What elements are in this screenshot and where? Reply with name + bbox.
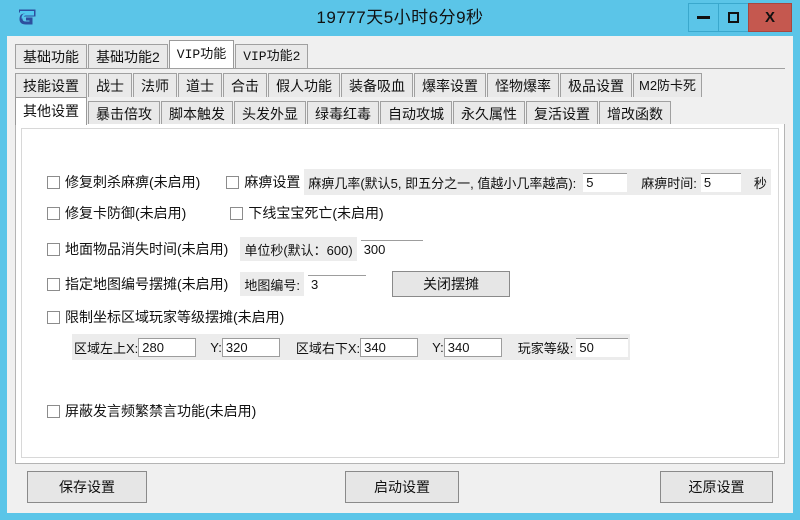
checkbox-designate-map-stall[interactable]: 指定地图编号摆摊(未启用) [47,274,228,294]
checkbox-box-icon [226,175,240,189]
map-number-group: 地图编号: [240,272,304,296]
maximize-button[interactable] [718,3,749,32]
paralysis-time-unit: 秒 [753,175,767,191]
settings-panel: 修复刺杀麻痹(未启用) 麻痹设置 麻痹几率(默认5, 即五分之一, 值越小几率越… [15,124,785,464]
checkbox-limit-coord-area[interactable]: 限制坐标区域玩家等级摆摊(未启用) [47,307,284,327]
checkbox-label: 修复卡防御(未启用) [65,205,187,221]
row-paralysis: 修复刺杀麻痹(未启用) 麻痹设置 麻痹几率(默认5, 即五分之一, 值越小几率越… [47,169,771,195]
restore-settings-button[interactable]: 还原设置 [660,471,773,503]
checkbox-paralysis-settings[interactable]: 麻痹设置 [226,172,300,192]
bottom-button-bar: 保存设置 启动设置 还原设置 [15,468,785,508]
checkbox-box-icon [47,310,60,324]
unit-second-label: 单位秒(默认：600) [244,242,353,258]
tab-zidonggongcheng[interactable]: 自动攻城 [380,101,452,125]
row-coordinates: 区域左上X: Y: 区域右下X: Y: 玩家等级: [72,334,631,360]
tab-daoshi[interactable]: 道士 [178,73,222,97]
area-bottomright-x-input[interactable] [360,337,419,357]
area-topleft-y-label: Y: [210,339,222,355]
tab-guaiwubaolv[interactable]: 怪物爆率 [487,73,559,97]
checkbox-label: 地面物品消失时间(未启用) [65,241,229,257]
tab-zenggaihanshu[interactable]: 增改函数 [599,101,671,125]
checkbox-label: 限制坐标区域玩家等级摆摊(未启用) [65,309,285,325]
tab-heji[interactable]: 合击 [223,73,267,97]
tabstrip-primary: 基础功能 基础功能2 VIP功能 VIP功能2 [15,40,785,69]
tab-baolvshezhi[interactable]: 爆率设置 [414,73,486,97]
checkbox-fix-assassinate-paralysis[interactable]: 修复刺杀麻痹(未启用) [47,172,200,192]
checkbox-offline-pet-death[interactable]: 下线宝宝死亡(未启用) [230,203,384,223]
paralysis-options-group: 麻痹几率(默认5, 即五分之一, 值越小几率越高): 麻痹时间: 秒 [304,169,771,195]
close-stall-button[interactable]: 关闭摆摊 [391,271,510,297]
tab-zhuangbeixixue[interactable]: 装备吸血 [341,73,413,97]
checkbox-label: 指定地图编号摆摊(未启用) [65,276,229,292]
coordinates-group: 区域左上X: Y: 区域右下X: Y: 玩家等级: [72,334,631,360]
player-level-input[interactable] [576,337,629,357]
paralysis-time-label: 麻痹时间: [641,175,697,191]
tab-yongjiushuxing[interactable]: 永久属性 [453,101,525,125]
minimize-button[interactable] [688,3,719,32]
tab-fashi[interactable]: 法师 [133,73,177,97]
paralysis-time-input[interactable] [700,172,741,192]
tab-jiaobenchufa[interactable]: 脚本触发 [161,101,233,125]
tab-toufawaixian[interactable]: 头发外显 [234,101,306,125]
paralysis-rate-input[interactable] [583,172,628,192]
tab-jinengshezhi[interactable]: 技能设置 [15,73,87,97]
settings-panel-inner: 修复刺杀麻痹(未启用) 麻痹设置 麻痹几率(默认5, 即五分之一, 值越小几率越… [21,128,779,458]
row-map-stall: 指定地图编号摆摊(未启用) 地图编号: 关闭摆摊 [47,271,510,297]
paralysis-rate-label: 麻痹几率(默认5, 即五分之一, 值越小几率越高): [308,175,577,191]
row-block-speech: 屏蔽发言频繁禁言功能(未启用) [47,401,256,421]
window-title: 19777天5小时6分9秒 [316,8,484,27]
tab-vipgongneng2[interactable]: VIP功能2 [235,44,309,68]
checkbox-box-icon [47,277,60,291]
row-limit-coord: 限制坐标区域玩家等级摆摊(未启用) [47,307,284,327]
maximize-icon [728,12,739,23]
checkbox-box-icon [47,404,60,418]
tab-baojibeigong[interactable]: 暴击倍攻 [88,101,160,125]
title-bar: 19777天5小时6分9秒 X [0,0,800,36]
area-bottomright-y-label: Y: [432,339,444,355]
checkbox-label: 麻痹设置 [244,174,301,190]
tab-fuhuoshezhi[interactable]: 复活设置 [526,101,598,125]
tab-zhanshi[interactable]: 战士 [88,73,132,97]
checkbox-box-icon [47,175,60,189]
checkbox-ground-item-disappear[interactable]: 地面物品消失时间(未启用) [47,239,228,259]
tab-lvduhongdu[interactable]: 绿毒红毒 [307,101,379,125]
checkbox-label: 屏蔽发言频繁禁言功能(未启用) [65,403,257,419]
tab-jichugongneng2[interactable]: 基础功能2 [88,44,168,68]
tab-m2fangkasi[interactable]: M2防卡死 [633,73,703,97]
close-button[interactable]: X [748,3,792,32]
tab-vipgongneng[interactable]: VIP功能 [168,40,235,68]
application-window: 19777天5小时6分9秒 X 基础功能 基础功能2 VIP功能 VIP功能2 … [0,0,800,520]
minimize-icon [697,16,710,19]
player-level-label: 玩家等级: [517,340,574,356]
area-topleft-label: 区域左上X: [74,340,139,356]
checkbox-box-icon [230,206,244,220]
unit-second-input[interactable] [360,239,423,259]
tabstrip-secondary: 技能设置 战士 法师 道士 合击 假人功能 装备吸血 爆率设置 怪物爆率 极品设… [15,69,785,97]
tab-jiarengongneng[interactable]: 假人功能 [268,73,340,97]
tabstrip-tertiary: 其他设置 暴击倍攻 脚本触发 头发外显 绿毒红毒 自动攻城 永久属性 复活设置 … [15,97,785,125]
start-settings-button[interactable]: 启动设置 [345,471,459,503]
area-bottomright-label: 区域右下X: [295,340,361,356]
window-controls: X [688,3,792,32]
checkbox-box-icon [47,242,60,256]
row-ground-item: 地面物品消失时间(未启用) 单位秒(默认：600) [47,237,423,261]
tab-jipinshezhi[interactable]: 极品设置 [560,73,632,97]
tab-jichugongneng[interactable]: 基础功能 [15,44,87,68]
area-topleft-y-input[interactable] [221,337,280,357]
map-number-input[interactable] [307,274,366,294]
unit-second-group: 单位秒(默认：600) [240,237,357,261]
checkbox-fix-card-defense[interactable]: 修复卡防御(未启用) [47,203,186,223]
checkbox-block-frequent-speech[interactable]: 屏蔽发言频繁禁言功能(未启用) [47,401,256,421]
row-card-defense: 修复卡防御(未启用) 下线宝宝死亡(未启用) [47,203,384,223]
save-settings-button[interactable]: 保存设置 [27,471,147,503]
client-area: 基础功能 基础功能2 VIP功能 VIP功能2 技能设置 战士 法师 道士 合击… [7,36,793,513]
checkbox-label: 下线宝宝死亡(未启用) [248,205,384,221]
area-bottomright-y-input[interactable] [443,337,502,357]
checkbox-label: 修复刺杀麻痹(未启用) [65,174,201,190]
map-number-label: 地图编号: [244,277,300,293]
area-topleft-x-input[interactable] [138,337,197,357]
checkbox-box-icon [47,206,60,220]
tab-qitashezhi[interactable]: 其他设置 [15,97,87,125]
